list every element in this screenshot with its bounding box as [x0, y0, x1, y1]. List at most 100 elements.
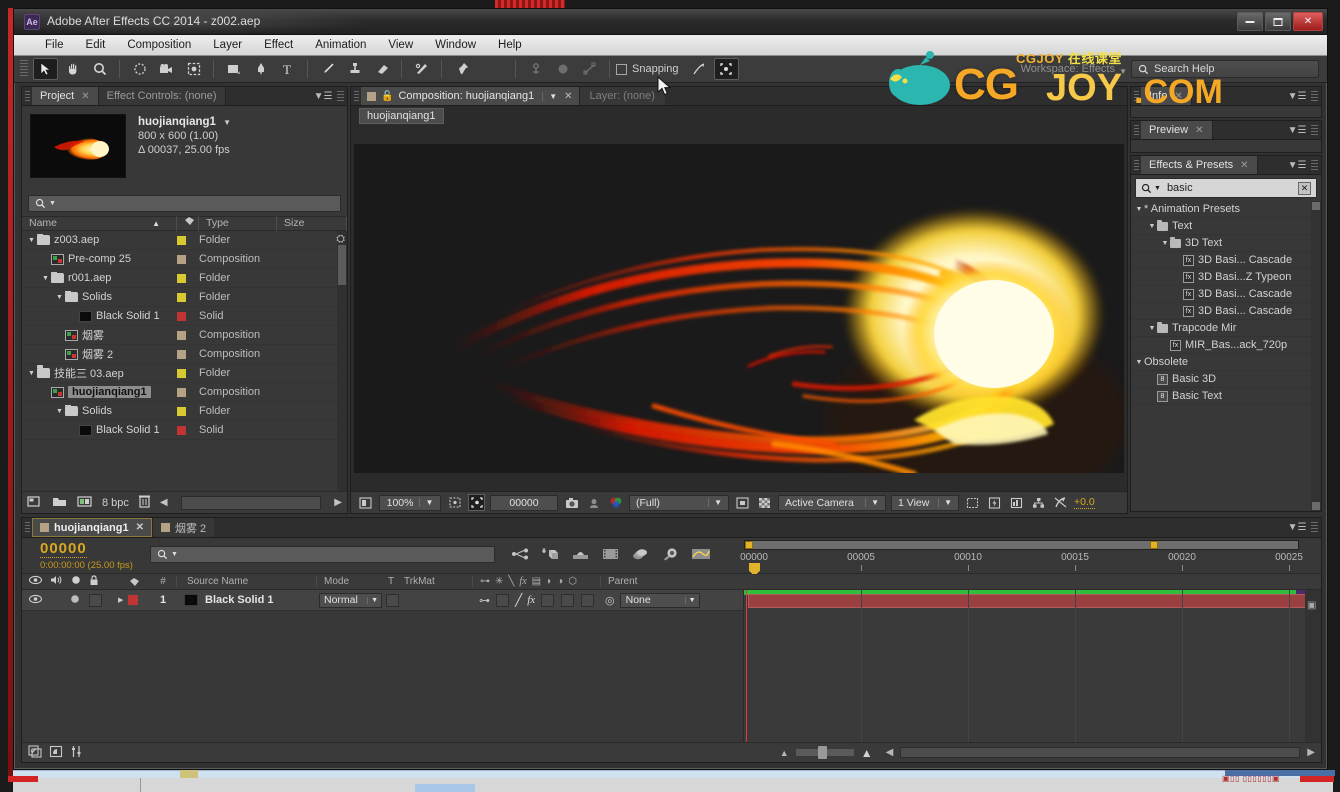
project-item-label-color[interactable]	[177, 349, 199, 359]
timeline-tab-huojianqiang1[interactable]: huojianqiang1 ✕	[32, 518, 152, 537]
workspace-value[interactable]: Effects	[1082, 63, 1115, 75]
effects-tree[interactable]: ▼ * Animation Presets ▼ Text ▼ 3D Text fx 3D Ba…	[1131, 201, 1321, 511]
project-item-label-color[interactable]	[177, 368, 199, 378]
adjustment-switch-icon[interactable]: ◑	[557, 576, 563, 587]
hand-tool-icon[interactable]	[60, 58, 85, 80]
snap-arrow-icon[interactable]	[687, 58, 712, 80]
exposure-reset-icon[interactable]	[1052, 494, 1069, 511]
zoom-select[interactable]: 100% ▼	[379, 494, 441, 511]
project-item-row[interactable]: ▼ z003.aep Folder	[22, 231, 347, 250]
menu-view[interactable]: View	[377, 35, 424, 56]
hide-shy-layers-icon[interactable]	[571, 547, 590, 564]
layer-list[interactable]: ▶ 1 Black Solid 1 Normal ▼ ⊶ ╱ fx ◎ None ▼	[22, 590, 744, 742]
bit-depth-label[interactable]: 8 bpc	[102, 497, 129, 509]
info-side-grip[interactable]	[1311, 91, 1318, 101]
layer-effects-icon[interactable]: fx	[527, 594, 535, 606]
project-item-label-color[interactable]	[177, 292, 199, 302]
menu-animation[interactable]: Animation	[304, 35, 377, 56]
zoom-tool-icon[interactable]	[87, 58, 112, 80]
work-area-start-handle[interactable]	[745, 541, 753, 549]
twirl-down-icon[interactable]: ▼	[1160, 240, 1170, 247]
project-item-label-color[interactable]	[177, 406, 199, 416]
maximize-button[interactable]	[1265, 12, 1291, 31]
layer-motion-blur-toggle[interactable]	[561, 593, 575, 607]
puppet-pin-tool-icon[interactable]	[449, 58, 474, 80]
layer-adjustment-toggle[interactable]	[581, 593, 595, 607]
effects-panel-menu-icon[interactable]: ▼☰	[1286, 156, 1308, 174]
chevron-down-icon[interactable]: ▼	[419, 498, 433, 507]
project-item-label-color[interactable]	[177, 311, 199, 321]
project-item-row[interactable]: 烟雾 Composition	[22, 326, 347, 345]
snap-bracket-icon[interactable]	[713, 58, 739, 80]
zoom-out-timeline-icon[interactable]: ▲	[780, 748, 789, 758]
timeline-zoom-slider[interactable]	[795, 746, 854, 759]
twirl-down-icon[interactable]: ▼	[40, 275, 51, 282]
toggle-transfer-controls-icon[interactable]	[49, 745, 63, 761]
tab-effects-presets[interactable]: Effects & Presets ✕	[1141, 156, 1258, 174]
layer-collapse-toggle[interactable]	[496, 593, 509, 607]
timeline-ruler-area[interactable]: 00000 00005 00010 00015 00020 00025	[740, 538, 1321, 576]
source-name-column-header[interactable]: Source Name	[176, 576, 316, 587]
composition-panel-grip[interactable]	[354, 91, 359, 101]
twirl-down-icon[interactable]: ▼	[26, 237, 37, 244]
menu-file[interactable]: File	[34, 35, 75, 56]
effects-tree-row[interactable]: ▼ Trapcode Mir	[1131, 320, 1321, 337]
composition-canvas[interactable]	[354, 144, 1124, 473]
type-tool-icon[interactable]: T	[275, 58, 300, 80]
exposure-value[interactable]: +0.0	[1074, 496, 1095, 509]
pan-behind-tool-icon[interactable]	[181, 58, 206, 80]
hscroll-right-icon[interactable]: ▶	[1307, 747, 1315, 758]
project-item-row[interactable]: Pre-comp 25 Composition	[22, 250, 347, 269]
work-area-end-handle[interactable]	[1150, 541, 1158, 549]
close-icon[interactable]: ✕	[1240, 160, 1248, 171]
timeline-side-grip[interactable]	[1311, 522, 1318, 533]
roto-brush-tool-icon[interactable]	[409, 58, 434, 80]
comp-flowchart-icon[interactable]	[1030, 494, 1047, 511]
twirl-down-icon[interactable]: ▼	[54, 294, 65, 301]
camera-select[interactable]: Active Camera ▼	[778, 494, 886, 511]
project-item-row[interactable]: huojianqiang1 Composition	[22, 383, 347, 402]
project-scrub-bar[interactable]	[180, 495, 322, 510]
effects-tree-row[interactable]: fx MIR_Bas...ack_720p	[1131, 337, 1321, 354]
timeline-panel-grip[interactable]	[25, 522, 30, 533]
timeline-vertical-scrollbar[interactable]: ▣	[1305, 590, 1321, 742]
tab-effect-controls[interactable]: Effect Controls: (none)	[98, 87, 226, 105]
frame-blending-icon[interactable]	[601, 547, 620, 564]
layer-shy-toggle[interactable]: ⊶	[479, 594, 490, 607]
layer-mode-select[interactable]: Normal ▼	[319, 592, 382, 608]
selection-tool-icon[interactable]	[33, 58, 58, 80]
pixel-aspect-icon[interactable]	[964, 494, 981, 511]
clear-search-icon[interactable]: ✕	[1298, 181, 1311, 195]
camera-tool-icon[interactable]	[154, 58, 179, 80]
timeline-search-input[interactable]: ▼	[150, 546, 495, 563]
shape-tool-icon[interactable]	[221, 58, 246, 80]
work-area-fill[interactable]	[753, 541, 1298, 549]
motion-blur-icon[interactable]	[631, 547, 650, 564]
fast-previews-icon[interactable]	[986, 494, 1003, 511]
toggle-switches-modes-icon[interactable]	[28, 744, 42, 761]
new-folder-icon[interactable]	[52, 495, 68, 511]
clone-stamp-tool-icon[interactable]	[342, 58, 367, 80]
minimize-button[interactable]	[1237, 12, 1263, 31]
tab-info[interactable]: Info ✕	[1141, 87, 1192, 105]
layer-quality-icon[interactable]: ╱	[515, 593, 522, 607]
t-column-header[interactable]: T	[384, 576, 400, 587]
effects-tree-row[interactable]: fx 3D Basi... Cascade	[1131, 286, 1321, 303]
brainstorm-icon[interactable]	[661, 547, 680, 564]
project-item-label-color[interactable]	[177, 330, 199, 340]
menu-composition[interactable]: Composition	[116, 35, 202, 56]
zoom-in-timeline-icon[interactable]: ▲	[861, 746, 873, 760]
trkmat-column-header[interactable]: TrkMat	[400, 576, 472, 587]
twirl-down-icon[interactable]: ▼	[54, 408, 65, 415]
new-comp-icon[interactable]	[27, 495, 43, 511]
timeline-zoom-thumb[interactable]	[817, 746, 827, 759]
twirl-down-icon[interactable]: ▼	[1134, 359, 1144, 366]
mode-column-header[interactable]: Mode	[316, 576, 384, 587]
composition-mini-flowchart-icon[interactable]	[511, 547, 530, 564]
menu-window[interactable]: Window	[424, 35, 487, 56]
scrub-right-icon[interactable]: ▶	[334, 497, 342, 508]
tab-project[interactable]: Project ✕	[32, 87, 99, 105]
pen-tool-icon[interactable]	[248, 58, 273, 80]
breadcrumb-item[interactable]: huojianqiang1	[359, 108, 444, 124]
timeline-panel-menu-icon[interactable]: ▼☰	[1286, 518, 1308, 537]
